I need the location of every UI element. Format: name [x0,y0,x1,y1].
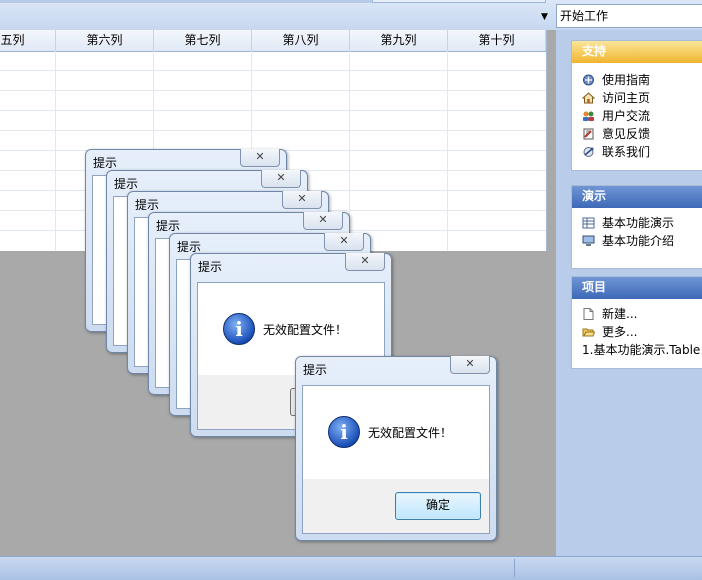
support-item-users[interactable]: 用户交流 [572,107,702,125]
project-item-new[interactable]: 新建... [572,305,702,323]
demo-group: 演示 基本功能演示 基本功能介绍 [571,185,702,269]
dialog-body: i 无效配置文件！ 确定 [302,385,490,534]
dialog-close-button[interactable]: ✕ [303,212,343,230]
dialog-title: 提示 [198,260,223,274]
open-folder-icon [582,328,595,337]
grid-row-line [0,130,546,131]
column-header-row: 第五列 第六列 第七列 第八列 第九列 第十列 [0,30,546,52]
column-header-10[interactable]: 第十列 [448,30,546,51]
demo-item-label: 基本功能演示 [602,216,675,230]
support-item-label: 联系我们 [602,145,651,159]
support-item-feedback[interactable]: 意见反馈 [572,125,702,143]
dialog-title: 提示 [135,198,160,212]
dialog-message: 无效配置文件！ [368,426,453,440]
demo-item-label: 基本功能介绍 [602,234,675,248]
dialog-close-button[interactable]: ✕ [240,149,280,167]
grid-column-line [55,51,56,251]
ok-button[interactable]: 确定 [395,492,481,520]
start-work-label: 开始工作 [560,9,609,23]
dialog-message: 无效配置文件！ [263,323,348,337]
dialog-title: 提示 [93,156,118,170]
dialog-title: 提示 [114,177,139,191]
column-header-7[interactable]: 第七列 [154,30,252,51]
dialog-title: 提示 [156,219,181,233]
project-item-label: 更多... [602,325,638,339]
project-item-label: 新建... [602,307,638,321]
column-header-5[interactable]: 第五列 [0,30,56,51]
project-item-more[interactable]: 更多... [572,323,702,341]
support-item-label: 用户交流 [602,109,651,123]
dialog-close-button[interactable]: ✕ [261,170,301,188]
status-bar-section [514,559,701,577]
dialog-close-button[interactable]: ✕ [450,356,490,374]
support-item-contact[interactable]: 联系我们 [572,143,702,161]
guide-icon [583,74,594,86]
task-pane: 支持 使用指南 访问主页 用户交流 意见反馈 联系我们 演示 基本功能演示 基本… [556,30,702,556]
dialog-title: 提示 [303,363,328,377]
support-group: 支持 使用指南 访问主页 用户交流 意见反馈 联系我们 [571,40,702,171]
grid-row-line [0,70,546,71]
dropdown-arrow-icon[interactable]: ▼ [541,12,548,22]
monitor-icon [582,235,595,246]
column-header-9[interactable]: 第九列 [350,30,448,51]
demo-group-title[interactable]: 演示 [572,186,702,208]
contact-icon [583,147,594,157]
start-work-header[interactable]: 开始工作 [556,4,702,28]
new-file-icon [583,308,594,320]
project-group: 项目 新建... 更多... 1.基本功能演示.Table [571,276,702,369]
demo-item-intro[interactable]: 基本功能介绍 [572,232,702,250]
support-group-title[interactable]: 支持 [572,41,702,63]
support-item-label: 访问主页 [602,91,651,105]
home-icon [582,92,595,104]
info-icon: i [328,416,360,448]
demo-item-basic[interactable]: 基本功能演示 [572,214,702,232]
grid-column-line [447,51,448,251]
table-icon [582,217,595,229]
column-header-8[interactable]: 第八列 [252,30,350,51]
grid-row-line [0,110,546,111]
dialog-close-button[interactable]: ✕ [324,233,364,251]
support-item-label: 意见反馈 [602,127,651,141]
support-item-label: 使用指南 [602,73,651,87]
column-header-6[interactable]: 第六列 [56,30,154,51]
feedback-icon [583,128,594,140]
status-bar [0,556,702,580]
dialog-close-button[interactable]: ✕ [345,253,385,271]
alert-dialog-active[interactable]: 提示 ✕ i 无效配置文件！ 确定 [295,356,497,541]
users-icon [583,111,594,121]
support-item-home[interactable]: 访问主页 [572,89,702,107]
project-recent-file[interactable]: 1.基本功能演示.Table [572,341,702,359]
dialog-close-button[interactable]: ✕ [282,191,322,209]
project-group-title[interactable]: 项目 [572,277,702,299]
grid-row-line [0,90,546,91]
toolbar-tab-edge [372,0,546,3]
info-icon: i [223,313,255,345]
support-item-guide[interactable]: 使用指南 [572,71,702,89]
